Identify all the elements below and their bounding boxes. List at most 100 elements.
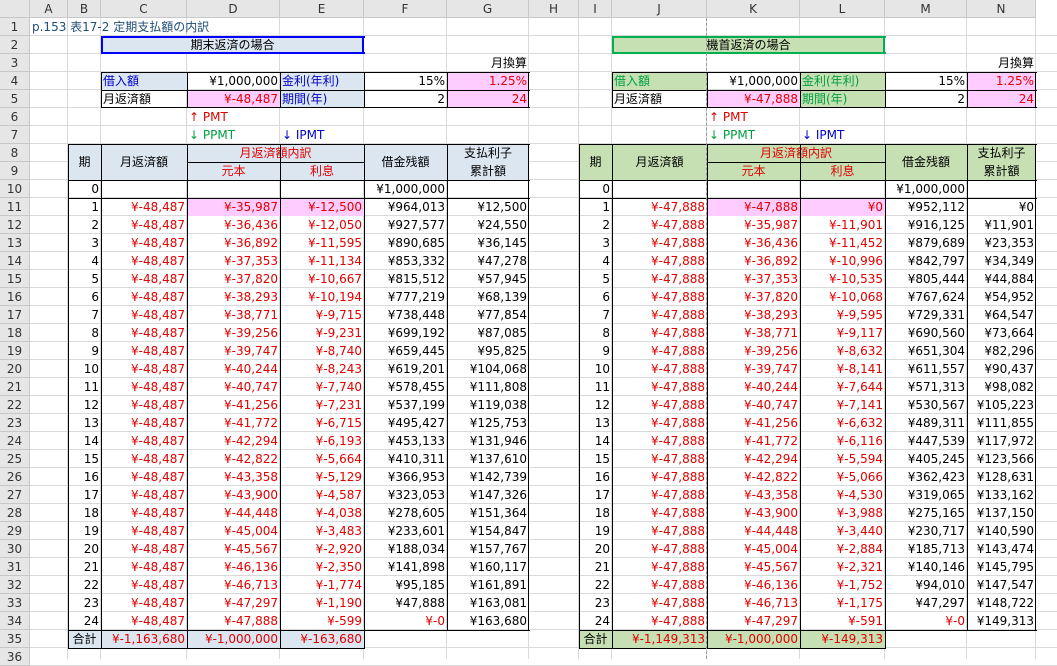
interest-cell[interactable]: ¥-8,740 — [280, 342, 364, 360]
period-cell[interactable]: 10 — [68, 360, 101, 378]
cumulative-cell[interactable]: ¥12,500 — [447, 198, 529, 216]
cumulative-cell[interactable]: ¥163,081 — [447, 594, 529, 612]
interest-cell[interactable]: ¥-8,243 — [280, 360, 364, 378]
cumulative-cell[interactable]: ¥119,038 — [447, 396, 529, 414]
total-interest-cell[interactable]: ¥-163,680 — [280, 630, 364, 648]
interest-cell[interactable]: ¥-7,141 — [800, 396, 885, 414]
principal-cell[interactable]: ¥-43,900 — [707, 504, 800, 522]
principal-cell[interactable]: ¥-41,256 — [707, 414, 800, 432]
breakdown-header[interactable]: 月返済額内訳 — [187, 144, 364, 162]
balance-cell[interactable]: ¥230,717 — [885, 522, 967, 540]
payment-header[interactable]: 月返済額 — [101, 144, 187, 180]
balance-cell[interactable]: ¥805,444 — [885, 270, 967, 288]
cumulative-cell[interactable]: ¥47,278 — [447, 252, 529, 270]
principal-cell[interactable]: ¥-35,987 — [187, 198, 280, 216]
interest-cell[interactable]: ¥-4,038 — [280, 504, 364, 522]
principal-cell[interactable]: ¥-44,448 — [707, 522, 800, 540]
row-header[interactable]: 20 — [0, 360, 30, 378]
period-cell[interactable]: 9 — [579, 342, 612, 360]
annual-rate-label[interactable]: 金利(年利) — [280, 72, 364, 90]
cumulative-header-2[interactable]: 累計額 — [967, 162, 1036, 180]
interest-cell[interactable]: ¥-1,190 — [280, 594, 364, 612]
payment-cell[interactable]: ¥-48,487 — [101, 432, 187, 450]
cumulative-cell[interactable]: ¥23,353 — [967, 234, 1036, 252]
payment-cell[interactable]: ¥-47,888 — [612, 504, 707, 522]
payment-cell[interactable]: ¥-48,487 — [101, 396, 187, 414]
row-header[interactable]: 1 — [0, 18, 30, 36]
cumulative-header[interactable]: 支払利子 — [967, 144, 1036, 162]
cumulative-cell[interactable]: ¥98,082 — [967, 378, 1036, 396]
total-principal-cell[interactable]: ¥-1,000,000 — [187, 630, 280, 648]
principal-cell[interactable]: ¥-42,294 — [187, 432, 280, 450]
row-header[interactable]: 29 — [0, 522, 30, 540]
payment-cell[interactable]: ¥-47,888 — [612, 342, 707, 360]
balance-cell[interactable]: ¥853,332 — [364, 252, 447, 270]
principal-cell[interactable]: ¥-42,294 — [707, 450, 800, 468]
principal-cell[interactable]: ¥-41,256 — [187, 396, 280, 414]
balance-cell[interactable]: ¥275,165 — [885, 504, 967, 522]
period-cell[interactable]: 21 — [579, 558, 612, 576]
balance-cell[interactable]: ¥495,427 — [364, 414, 447, 432]
principal-cell[interactable]: ¥-47,888 — [707, 198, 800, 216]
cumulative-cell[interactable]: ¥125,753 — [447, 414, 529, 432]
interest-cell[interactable]: ¥-6,116 — [800, 432, 885, 450]
interest-cell[interactable]: ¥-599 — [280, 612, 364, 630]
principal-cell[interactable]: ¥-46,713 — [187, 576, 280, 594]
payment-cell[interactable]: ¥-48,487 — [101, 252, 187, 270]
period-cell[interactable]: 4 — [68, 252, 101, 270]
interest-cell[interactable]: ¥-8,141 — [800, 360, 885, 378]
interest-cell[interactable]: ¥-7,231 — [280, 396, 364, 414]
row-header[interactable]: 14 — [0, 252, 30, 270]
balance-cell[interactable]: ¥815,512 — [364, 270, 447, 288]
principal-cell[interactable]: ¥-39,747 — [707, 360, 800, 378]
row-header[interactable]: 33 — [0, 594, 30, 612]
principal-cell[interactable]: ¥-45,567 — [707, 558, 800, 576]
interest-cell[interactable]: ¥-1,752 — [800, 576, 885, 594]
row-header[interactable]: 5 — [0, 90, 30, 108]
column-header[interactable]: M — [885, 0, 967, 18]
row-header[interactable]: 6 — [0, 108, 30, 126]
principal-cell[interactable]: ¥-36,436 — [707, 234, 800, 252]
principal-cell[interactable]: ¥-37,353 — [187, 252, 280, 270]
cumulative-cell[interactable]: ¥57,945 — [447, 270, 529, 288]
balance-cell[interactable]: ¥188,034 — [364, 540, 447, 558]
balance-cell[interactable]: ¥699,192 — [364, 324, 447, 342]
column-header[interactable]: J — [612, 0, 707, 18]
period-cell[interactable]: 23 — [579, 594, 612, 612]
balance-cell[interactable]: ¥738,448 — [364, 306, 447, 324]
breakdown-header[interactable]: 月返済額内訳 — [707, 144, 885, 162]
payment-cell[interactable]: ¥-47,888 — [612, 324, 707, 342]
balance-cell[interactable]: ¥537,199 — [364, 396, 447, 414]
payment-cell[interactable]: ¥-48,487 — [101, 468, 187, 486]
balance-cell[interactable]: ¥530,567 — [885, 396, 967, 414]
cumulative-cell[interactable]: ¥140,590 — [967, 522, 1036, 540]
payment-cell[interactable]: ¥-47,888 — [612, 306, 707, 324]
principal-cell[interactable]: ¥-42,822 — [187, 450, 280, 468]
period-header[interactable]: 期 — [68, 144, 101, 180]
principal-cell[interactable]: ¥-41,772 — [707, 432, 800, 450]
payment-cell[interactable]: ¥-48,487 — [101, 558, 187, 576]
principal-cell[interactable]: ¥-46,136 — [707, 576, 800, 594]
select-all-corner[interactable] — [0, 0, 30, 18]
row-header[interactable]: 24 — [0, 432, 30, 450]
interest-cell[interactable]: ¥-6,193 — [280, 432, 364, 450]
balance-cell[interactable]: ¥729,331 — [885, 306, 967, 324]
balance-cell[interactable]: ¥1,000,000 — [364, 180, 447, 198]
term-years-cell[interactable]: 2 — [885, 90, 967, 108]
balance-cell[interactable]: ¥94,010 — [885, 576, 967, 594]
cumulative-cell[interactable]: ¥11,901 — [967, 216, 1036, 234]
balance-cell[interactable]: ¥578,455 — [364, 378, 447, 396]
sheet-title[interactable]: p.153 表17-2 定期支払額の内訳 — [30, 18, 209, 36]
payment-cell[interactable]: ¥-48,487 — [101, 594, 187, 612]
interest-header[interactable]: 利息 — [280, 162, 364, 180]
balance-cell[interactable]: ¥319,065 — [885, 486, 967, 504]
column-header[interactable]: B — [68, 0, 101, 18]
payment-cell[interactable]: ¥-47,888 — [612, 486, 707, 504]
payment-cell[interactable]: ¥-47,888 — [612, 414, 707, 432]
row-header[interactable]: 16 — [0, 288, 30, 306]
cumulative-cell[interactable]: ¥105,223 — [967, 396, 1036, 414]
payment-cell[interactable]: ¥-47,888 — [612, 234, 707, 252]
interest-cell[interactable]: ¥-1,774 — [280, 576, 364, 594]
cumulative-cell[interactable]: ¥123,566 — [967, 450, 1036, 468]
payment-cell[interactable]: ¥-47,888 — [612, 558, 707, 576]
